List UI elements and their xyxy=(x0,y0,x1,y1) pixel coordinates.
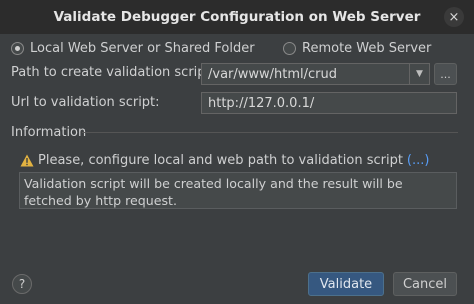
description-box: Validation script will be created locall… xyxy=(19,172,457,209)
radio-unselected-indicator xyxy=(283,41,296,55)
information-heading: Information xyxy=(11,125,87,140)
help-icon: ? xyxy=(18,277,26,291)
more-details-link[interactable]: (...) xyxy=(407,153,430,168)
path-value[interactable]: /var/www/html/crud xyxy=(202,67,409,82)
title-bar: Validate Debugger Configuration on Web S… xyxy=(0,0,474,34)
warning-message: Please, configure local and web path to … xyxy=(20,151,429,169)
remote-server-label: Remote Web Server xyxy=(302,40,432,56)
section-divider xyxy=(82,132,458,133)
warning-icon xyxy=(20,154,34,166)
validate-button[interactable]: Validate xyxy=(308,272,384,296)
path-combobox[interactable]: /var/www/html/crud ▼ xyxy=(201,63,430,85)
browse-button[interactable]: ... xyxy=(434,63,457,85)
local-server-label: Local Web Server or Shared Folder xyxy=(30,40,255,56)
path-label: Path to create validation script: xyxy=(11,65,216,80)
remote-server-radio[interactable]: Remote Web Server xyxy=(283,38,431,58)
chevron-down-icon[interactable]: ▼ xyxy=(409,64,429,84)
local-server-radio[interactable]: Local Web Server or Shared Folder xyxy=(11,38,255,58)
cancel-button[interactable]: Cancel xyxy=(393,272,457,296)
url-value: http://127.0.0.1/ xyxy=(208,95,315,111)
description-text: Validation script will be created locall… xyxy=(24,176,403,208)
url-input[interactable]: http://127.0.0.1/ xyxy=(201,92,457,114)
warning-text: Please, configure local and web path to … xyxy=(38,152,403,168)
close-button[interactable]: × xyxy=(444,7,464,27)
close-icon: × xyxy=(448,9,460,25)
dialog-title: Validate Debugger Configuration on Web S… xyxy=(53,9,421,25)
radio-selected-indicator xyxy=(11,41,24,55)
url-label: Url to validation script: xyxy=(11,95,160,110)
help-button[interactable]: ? xyxy=(12,274,32,294)
